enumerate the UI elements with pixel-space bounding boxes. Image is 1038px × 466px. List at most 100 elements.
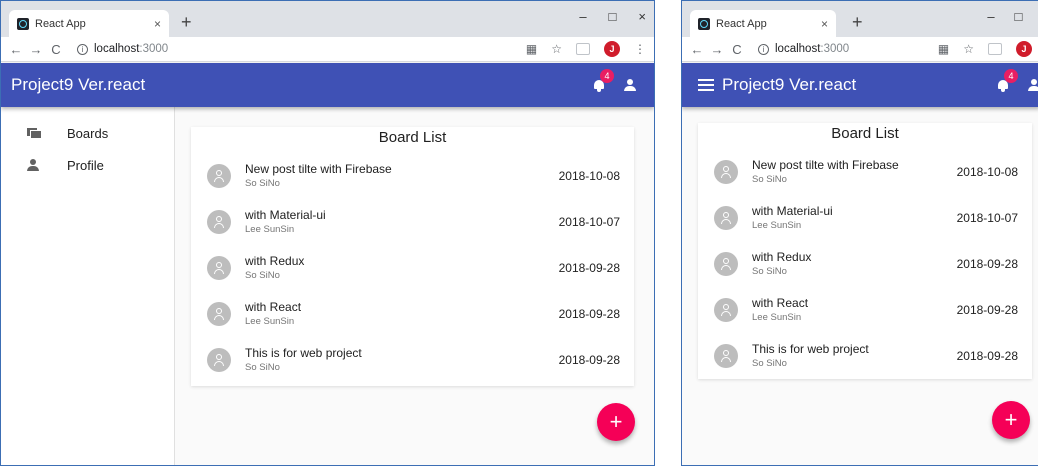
- drawer-item-label: Boards: [67, 125, 109, 141]
- list-item[interactable]: with Material-ui Lee SunSin 2018-10-07: [191, 199, 634, 245]
- board-list-title: Board List: [831, 125, 899, 142]
- toolbar-actions: ▦ ☆ J ⋮: [526, 41, 646, 57]
- side-drawer: Boards Profile: [1, 107, 175, 465]
- tab-title: React App: [716, 17, 767, 30]
- url-host: localhost: [775, 43, 821, 55]
- tab-close-icon[interactable]: ×: [154, 17, 161, 31]
- list-item[interactable]: with React Lee SunSin 2018-09-28: [191, 291, 634, 337]
- account-button[interactable]: [1028, 79, 1038, 91]
- post-author: So SiNo: [245, 362, 280, 373]
- post-author: So SiNo: [752, 266, 787, 277]
- info-icon[interactable]: i: [758, 43, 769, 55]
- profile-avatar[interactable]: J: [604, 41, 620, 57]
- browser-window-desktop: React App × + – □ × ← → C i localhost :3…: [0, 0, 655, 466]
- react-favicon-icon: [17, 17, 29, 30]
- bell-clapper: [597, 89, 601, 92]
- address-bar[interactable]: i localhost :3000: [758, 43, 849, 55]
- app-bar-actions: 4: [592, 63, 636, 107]
- translate-icon[interactable]: ▦: [938, 42, 949, 56]
- person-icon-body: [1028, 86, 1038, 91]
- url-port: :3000: [139, 43, 169, 55]
- account-button[interactable]: [624, 79, 636, 91]
- post-author: So SiNo: [752, 358, 787, 369]
- post-title: This is for web project: [752, 342, 869, 356]
- tab-close-icon[interactable]: ×: [821, 17, 828, 31]
- post-date: 2018-09-28: [956, 257, 1018, 271]
- profile-avatar[interactable]: J: [1016, 41, 1032, 57]
- address-bar[interactable]: i localhost :3000: [77, 43, 168, 55]
- avatar-icon: [714, 160, 738, 184]
- drawer-item-profile[interactable]: Profile: [1, 149, 174, 181]
- post-title: New post tilte with Firebase: [752, 158, 899, 172]
- close-window-button[interactable]: ×: [638, 9, 646, 24]
- post-title: This is for web project: [245, 346, 362, 360]
- browser-window-mobile: React App × + – □ × ← → C i localhost :3…: [681, 0, 1038, 466]
- bookmark-star-icon[interactable]: ☆: [963, 42, 974, 56]
- new-tab-button[interactable]: +: [852, 12, 863, 33]
- menu-icon[interactable]: [698, 79, 714, 91]
- list-item[interactable]: This is for web project So SiNo 2018-09-2…: [698, 333, 1032, 379]
- reload-button[interactable]: C: [47, 42, 65, 57]
- post-author: So SiNo: [245, 270, 280, 281]
- window-controls: – □ ×: [987, 9, 1038, 24]
- avatar-icon: [207, 164, 231, 188]
- post-title: with Redux: [752, 250, 812, 264]
- post-author: Lee SunSin: [752, 312, 802, 323]
- extension-icon[interactable]: [576, 43, 590, 55]
- post-title: New post tilte with Firebase: [245, 162, 392, 176]
- add-post-button[interactable]: +: [597, 403, 635, 441]
- list-item[interactable]: with Redux So SiNo 2018-09-28: [191, 245, 634, 291]
- browser-tab[interactable]: React App ×: [9, 10, 169, 37]
- app-bar-actions: 4: [996, 63, 1038, 107]
- maximize-button[interactable]: □: [609, 9, 617, 24]
- board-list-card: Board List New post tilte with Firebase S…: [191, 127, 634, 386]
- new-tab-button[interactable]: +: [181, 12, 192, 33]
- person-icon: [27, 159, 41, 171]
- board-list-title: Board List: [378, 129, 447, 146]
- app-title: Project9 Ver.react: [722, 75, 857, 94]
- notifications-button[interactable]: 4: [996, 69, 1018, 92]
- person-icon-body: [624, 86, 636, 91]
- post-date: 2018-09-28: [558, 353, 620, 367]
- extension-icon[interactable]: [988, 43, 1002, 55]
- list-item[interactable]: with Redux So SiNo 2018-09-28: [698, 241, 1032, 287]
- app-bar: Project9 Ver.react 4: [682, 63, 1038, 107]
- minimize-button[interactable]: –: [987, 9, 994, 24]
- window-controls: – □ ×: [579, 9, 646, 24]
- notification-badge: 4: [600, 69, 614, 83]
- url-host: localhost: [94, 43, 140, 55]
- browser-titlebar: React App × + – □ ×: [682, 1, 1038, 37]
- forum-icon: [27, 127, 41, 139]
- post-title: with React: [245, 300, 302, 314]
- forward-button[interactable]: →: [27, 42, 45, 57]
- avatar-icon: [714, 344, 738, 368]
- post-date: 2018-09-28: [558, 307, 620, 321]
- notifications-button[interactable]: 4: [592, 69, 614, 92]
- post-author: Lee SunSin: [245, 224, 295, 235]
- add-post-button[interactable]: +: [992, 401, 1030, 439]
- post-title: with React: [752, 296, 809, 310]
- post-date: 2018-10-08: [558, 169, 620, 183]
- person-icon: [1031, 79, 1037, 85]
- info-icon[interactable]: i: [77, 43, 88, 55]
- avatar-icon: [714, 252, 738, 276]
- forward-button[interactable]: →: [708, 42, 726, 57]
- list-item[interactable]: New post tilte with Firebase So SiNo 2018…: [191, 153, 634, 199]
- list-item[interactable]: New post tilte with Firebase So SiNo 2018…: [698, 149, 1032, 195]
- avatar-icon: [207, 348, 231, 372]
- reload-button[interactable]: C: [728, 42, 746, 57]
- browser-tab[interactable]: React App ×: [690, 10, 836, 37]
- drawer-item-boards[interactable]: Boards: [1, 117, 174, 149]
- url-port: :3000: [820, 43, 850, 55]
- maximize-button[interactable]: □: [1015, 9, 1023, 24]
- minimize-button[interactable]: –: [579, 9, 586, 24]
- list-item[interactable]: with React Lee SunSin 2018-09-28: [698, 287, 1032, 333]
- translate-icon[interactable]: ▦: [526, 42, 537, 56]
- list-item[interactable]: with Material-ui Lee SunSin 2018-10-07: [698, 195, 1032, 241]
- more-menu-icon[interactable]: ⋮: [634, 42, 646, 56]
- back-button[interactable]: ←: [7, 42, 25, 57]
- back-button[interactable]: ←: [688, 42, 706, 57]
- bookmark-star-icon[interactable]: ☆: [551, 42, 562, 56]
- post-date: 2018-10-07: [956, 211, 1018, 225]
- list-item[interactable]: This is for web project So SiNo 2018-09-2…: [191, 337, 634, 383]
